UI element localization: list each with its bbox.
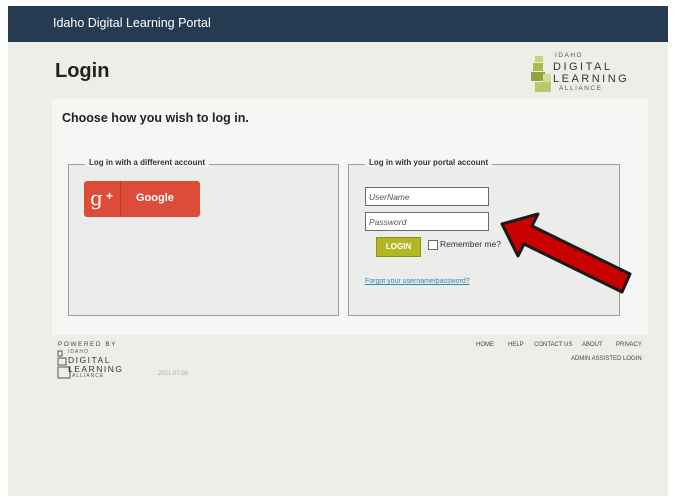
footer-link-home[interactable]: HOME <box>476 342 494 348</box>
admin-assisted-login-link[interactable]: ADMIN ASSISTED LOGIN <box>571 356 642 362</box>
username-input[interactable] <box>365 187 489 206</box>
logo-text-alliance: ALLIANCE <box>559 85 603 92</box>
page-title: Login <box>55 60 110 82</box>
version-number: 2021.07.08 <box>158 371 189 377</box>
alliance-logo: IDAHO DIGITAL LEARNING ALLIANCE <box>531 52 631 96</box>
footer-link-about[interactable]: ABOUT <box>582 342 603 348</box>
alliance-logo-blocks-icon <box>531 56 551 92</box>
footer-link-help[interactable]: HELP <box>508 342 524 348</box>
powered-by-text: POWERED BY <box>58 341 118 348</box>
footer-link-contact[interactable]: CONTACT US <box>534 342 572 348</box>
logo-text-learning: LEARNING <box>553 73 630 85</box>
remember-me-label[interactable]: Remember me? <box>440 239 501 249</box>
footer-logo-alliance: ALLIANCE <box>72 373 105 379</box>
logo-text-idaho: IDAHO <box>555 52 584 59</box>
forgot-credentials-link[interactable]: Forgot your username/password? <box>365 278 470 285</box>
portal-title[interactable]: Idaho Digital Learning Portal <box>53 16 211 30</box>
footer-link-privacy[interactable]: PRIVACY <box>616 342 642 348</box>
google-login-label: Google <box>136 192 174 204</box>
portal-login-legend: Log in with your portal account <box>365 158 493 167</box>
login-button[interactable]: LOGIN <box>376 237 421 257</box>
remember-me-checkbox[interactable] <box>428 240 438 250</box>
password-input[interactable] <box>365 212 489 231</box>
top-header-bar: Idaho Digital Learning Portal <box>8 6 668 42</box>
google-login-button[interactable]: g + Google <box>84 181 200 217</box>
logo-text-digital: DIGITAL <box>553 61 613 73</box>
google-plus-icon: g + <box>84 181 121 217</box>
red-arrow-annotation-icon <box>500 212 632 294</box>
footer-powered-by-logo: POWERED BY IDAHO DIGITAL LEARNING ALLIAN… <box>55 341 155 383</box>
login-instructions: Choose how you wish to log in. <box>62 111 249 125</box>
external-login-legend: Log in with a different account <box>85 158 209 167</box>
